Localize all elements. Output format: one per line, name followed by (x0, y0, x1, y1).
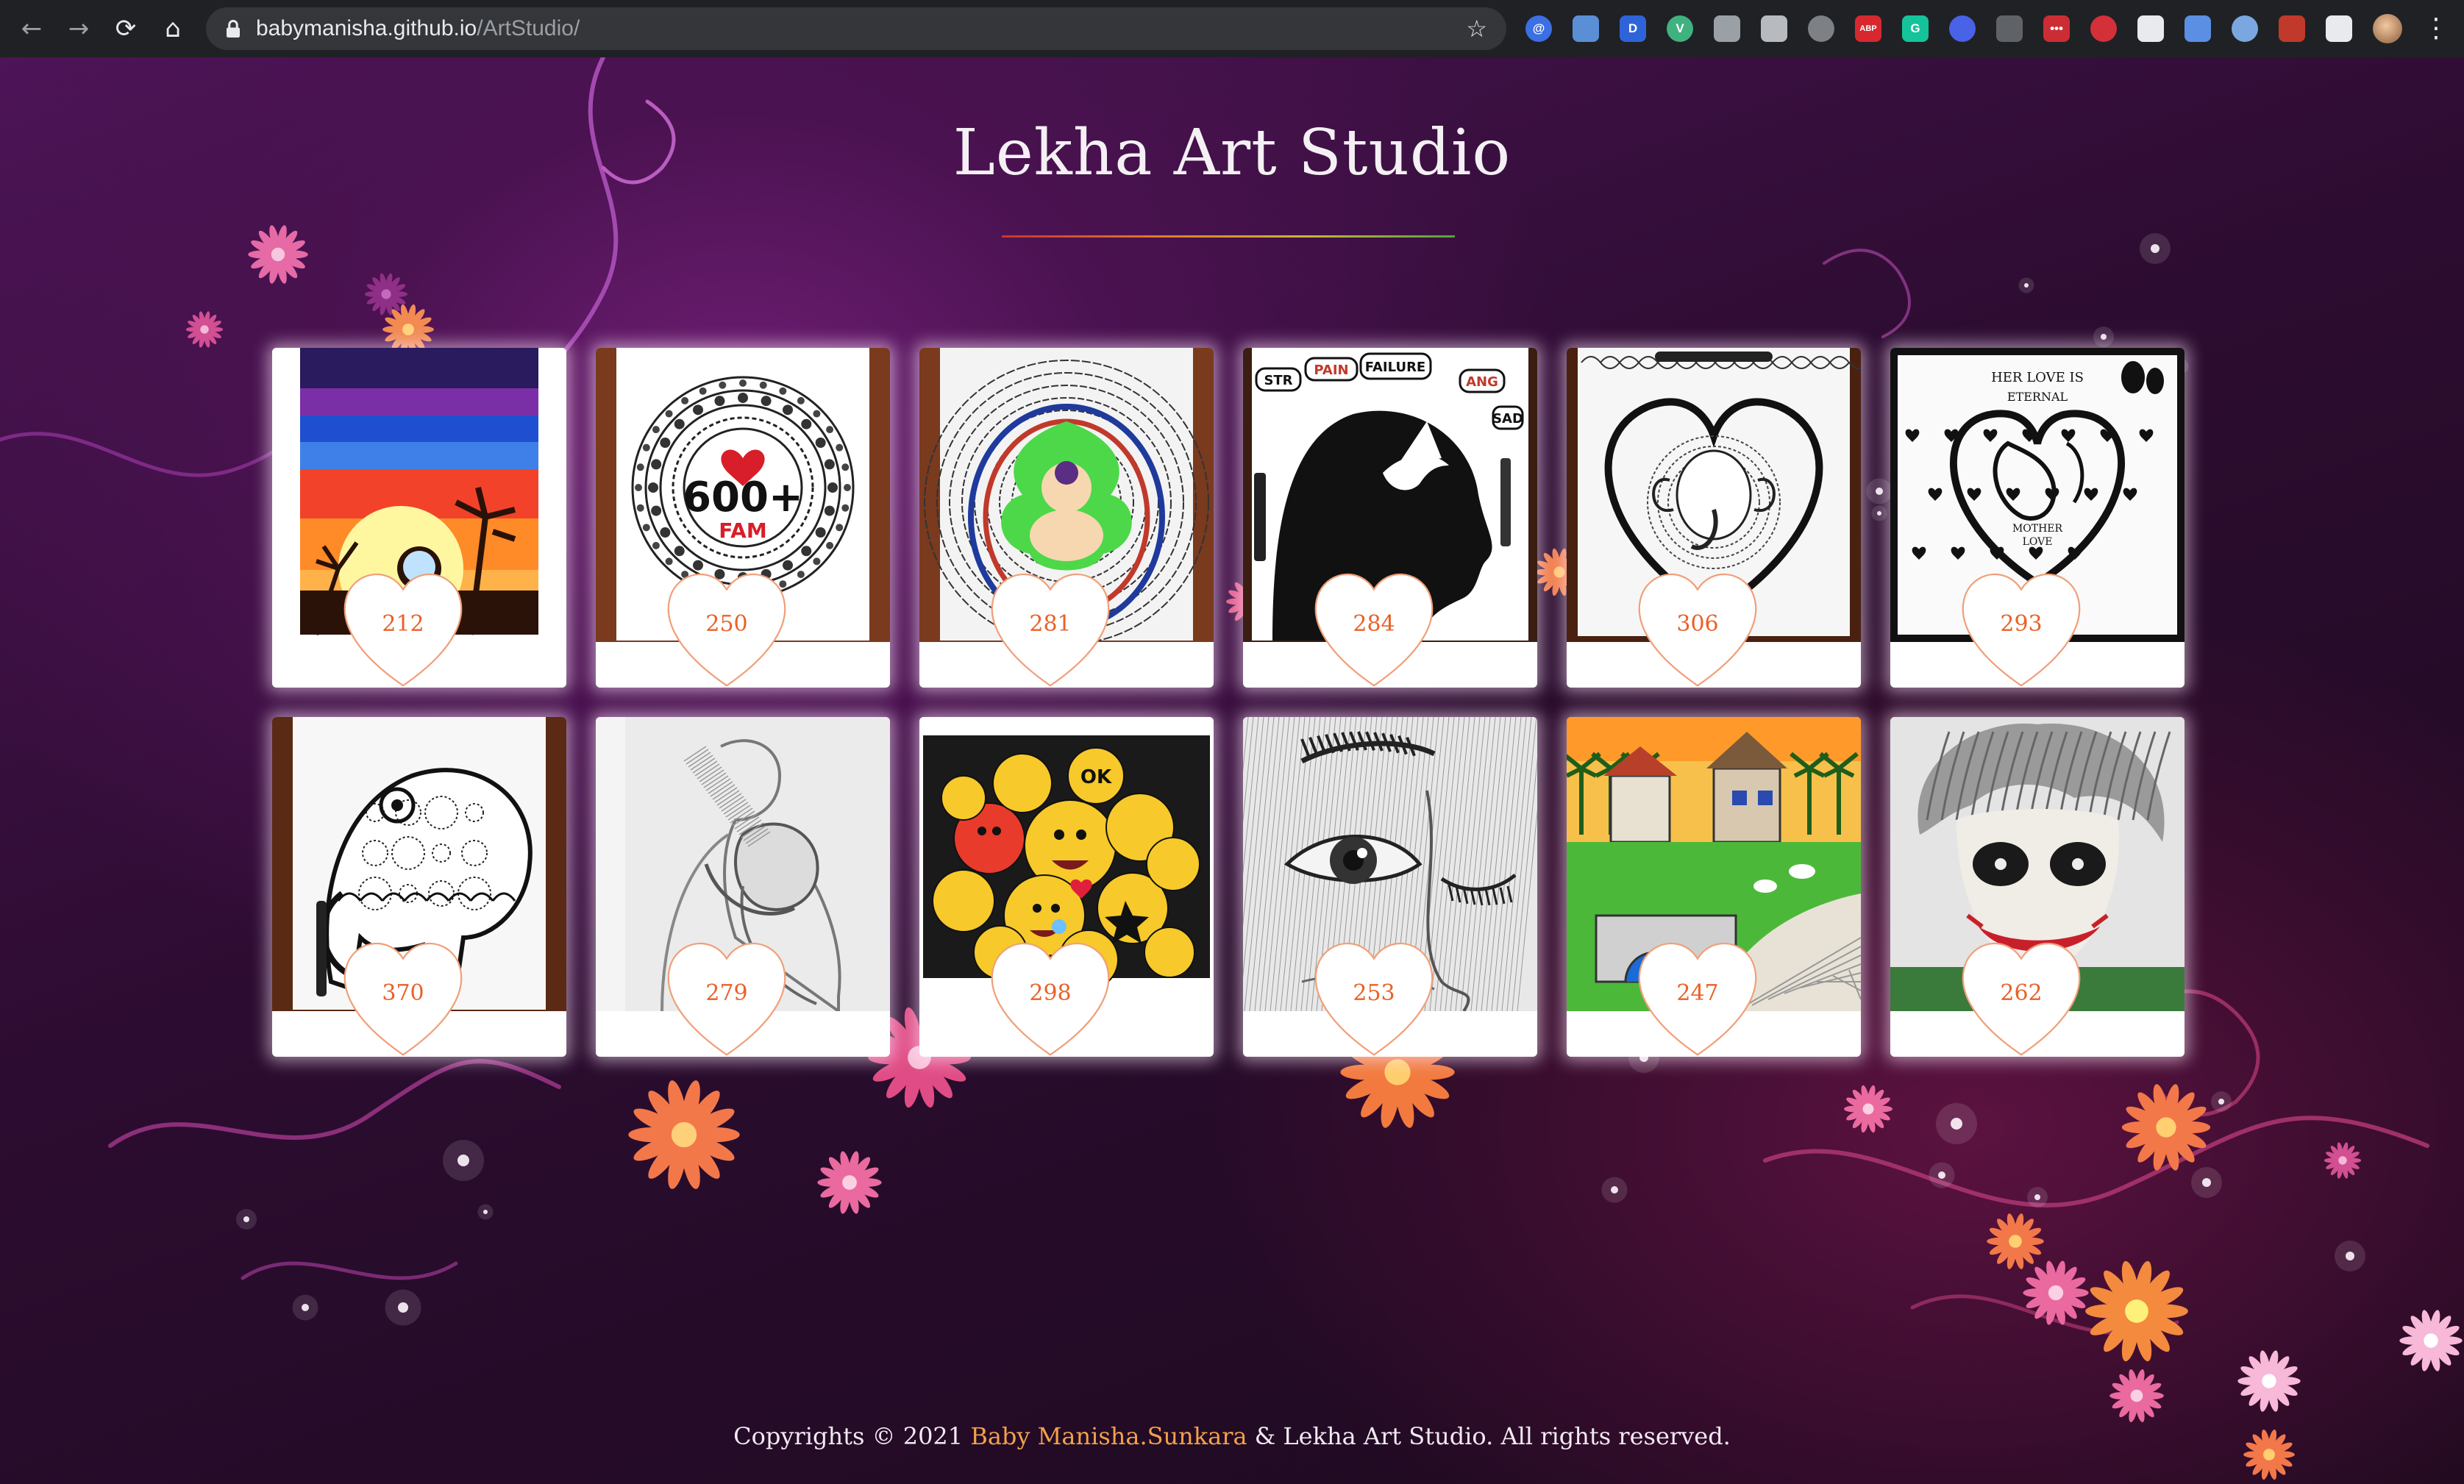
gear-extension-icon[interactable] (1714, 15, 1740, 42)
art-card[interactable]: 212 (272, 348, 566, 688)
like-count: 306 (1676, 611, 1719, 637)
puzzle-extensions-icon[interactable] (2326, 15, 2352, 42)
browser-toolbar: ← → ⟳ ⌂ babymanisha.github.io/ArtStudio/… (0, 0, 2464, 57)
like-count: 247 (1676, 980, 1719, 1006)
like-count: 253 (1353, 980, 1395, 1006)
flower-decoration (817, 1151, 882, 1214)
art-card[interactable]: 600+ FAM 250 (596, 348, 890, 688)
url-text: babymanisha.github.io/ArtStudio/ (256, 16, 1466, 41)
flower-decoration (1844, 1085, 1892, 1133)
art-card[interactable]: FAILURE PAIN STR ANG SAD 284 (1243, 348, 1537, 688)
svg-text:STR: STR (1264, 373, 1292, 388)
flower-decoration (628, 1080, 740, 1189)
footer: Copyrights © 2021 Baby Manisha.Sunkara &… (0, 1422, 2464, 1450)
flower-decoration (2399, 1310, 2463, 1371)
like-count: 250 (705, 611, 748, 637)
qr-code-icon[interactable] (2137, 15, 2164, 42)
color-picker-icon[interactable] (2279, 15, 2305, 42)
art-card[interactable]: OK 298 (919, 717, 1214, 1057)
copyright-text: Copyrights © 2021 (733, 1422, 964, 1450)
chrome-menu-icon[interactable]: ⋮ (2423, 15, 2449, 42)
art-card[interactable]: 253 (1243, 717, 1537, 1057)
vue-devtools-icon[interactable]: V (1667, 15, 1693, 42)
art-card[interactable]: 262 (1890, 717, 2185, 1057)
like-count: 262 (2000, 980, 2043, 1006)
lastpass-icon[interactable]: ••• (2043, 15, 2070, 42)
inbox-extension-icon[interactable] (1808, 15, 1834, 42)
profile-avatar[interactable] (2373, 14, 2402, 43)
like-count: 284 (1353, 611, 1395, 637)
at-extension-icon[interactable]: @ (1525, 15, 1552, 42)
svg-text:ETERNAL: ETERNAL (2007, 390, 2068, 404)
title-divider (1002, 235, 1455, 238)
svg-text:SAD: SAD (1492, 411, 1523, 427)
github-icon[interactable] (1996, 15, 2023, 42)
like-count: 279 (705, 980, 748, 1006)
like-count: 212 (382, 611, 424, 637)
url-path: /ArtStudio/ (477, 16, 580, 40)
flower-decoration (2237, 1350, 2301, 1412)
svg-text:600+: 600+ (683, 474, 803, 521)
art-card[interactable]: 306 (1567, 348, 1861, 688)
like-count: 281 (1029, 611, 1072, 637)
flower-decoration (248, 225, 308, 284)
flower-decoration (1987, 1213, 2044, 1269)
pen-extension-icon[interactable] (2185, 15, 2211, 42)
like-count: 370 (382, 980, 424, 1006)
flower-decoration (2085, 1260, 2188, 1362)
svg-text:ANG: ANG (1466, 374, 1498, 390)
svg-text:OK: OK (1080, 766, 1112, 788)
block-icon[interactable] (2090, 15, 2117, 42)
svg-text:FAM: FAM (719, 518, 766, 543)
flower-decoration (2023, 1260, 2089, 1325)
author-link[interactable]: Baby Manisha.Sunkara (970, 1422, 1247, 1450)
svg-text:HER LOVE IS: HER LOVE IS (1991, 370, 2084, 385)
art-card[interactable]: 281 (919, 348, 1214, 688)
bookmark-star-icon[interactable]: ☆ (1466, 15, 1487, 43)
grammarly-icon[interactable]: G (1902, 15, 1929, 42)
svg-text:PAIN: PAIN (1314, 363, 1348, 378)
pocket-icon[interactable] (1761, 15, 1787, 42)
address-bar[interactable]: babymanisha.github.io/ArtStudio/ ☆ (206, 7, 1506, 50)
flower-decoration (2109, 1369, 2164, 1422)
like-count: 293 (2000, 611, 2043, 637)
reload-icon[interactable]: ⟳ (107, 10, 144, 47)
screenshot-extension-icon[interactable] (2232, 15, 2258, 42)
flower-decoration (185, 311, 224, 348)
site-title: Lekha Art Studio (953, 116, 1511, 190)
art-card[interactable]: 247 (1567, 717, 1861, 1057)
art-card[interactable]: 279 (596, 717, 890, 1057)
extensions-bar: @ D V ABP G ••• (1525, 15, 2373, 42)
page-viewport: Lekha Art Studio 212 600+ FAM 250 281 FA… (0, 57, 2464, 1484)
art-card[interactable]: 370 (272, 717, 566, 1057)
swirl-decoration (1823, 249, 1911, 338)
page-extension-icon[interactable] (1573, 15, 1599, 42)
forward-arrow-icon[interactable]: → (60, 10, 97, 47)
swirl-decoration (241, 1261, 458, 1280)
rights-text: & Lekha Art Studio. All rights reserved. (1254, 1422, 1731, 1450)
home-icon[interactable]: ⌂ (154, 10, 191, 47)
url-host: babymanisha.github.io (256, 16, 477, 40)
svg-text:LOVE: LOVE (2023, 536, 2053, 548)
swirl-decoration (108, 1059, 561, 1148)
back-arrow-icon[interactable]: ← (13, 10, 50, 47)
link-extension-icon[interactable] (1949, 15, 1976, 42)
d-extension-icon[interactable]: D (1620, 15, 1646, 42)
art-gallery: 212 600+ FAM 250 281 FAILURE PAIN STR AN… (272, 348, 2185, 1057)
like-count: 298 (1029, 980, 1072, 1006)
svg-text:MOTHER: MOTHER (2012, 523, 2063, 535)
lock-icon (227, 20, 240, 38)
adblock-plus-icon[interactable]: ABP (1855, 15, 1881, 42)
flower-decoration (2324, 1142, 2362, 1179)
art-card[interactable]: HER LOVE IS ETERNAL MOTHER LOVE 293 (1890, 348, 2185, 688)
svg-text:FAILURE: FAILURE (1365, 360, 1425, 375)
